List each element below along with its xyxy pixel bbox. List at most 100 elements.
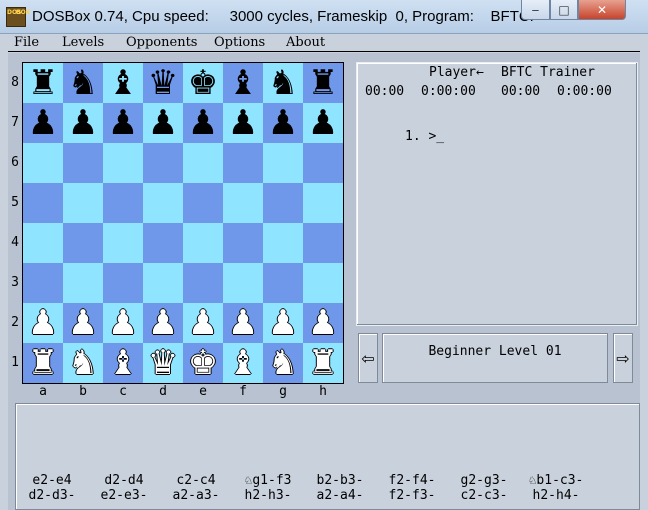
square-a4[interactable]: [23, 223, 63, 263]
white-pawn-icon[interactable]: ♟: [223, 303, 263, 343]
dosbox-app-icon[interactable]: DOS BOX: [6, 7, 31, 27]
white-pawn-icon[interactable]: ♟: [183, 303, 223, 343]
square-e6[interactable]: [183, 143, 223, 183]
square-a5[interactable]: [23, 183, 63, 223]
menu-options[interactable]: Options: [214, 35, 265, 50]
candidate-move[interactable]: g2-g3-: [449, 473, 519, 488]
black-rook-icon[interactable]: ♜: [23, 63, 63, 103]
square-h4[interactable]: [303, 223, 343, 263]
black-king-icon[interactable]: ♚: [183, 63, 223, 103]
square-c4[interactable]: [103, 223, 143, 263]
menu-about[interactable]: About: [286, 35, 325, 50]
white-pawn-icon[interactable]: ♟: [63, 303, 103, 343]
square-b5[interactable]: [63, 183, 103, 223]
icon-text-bottom: BOX: [16, 9, 31, 16]
square-c6[interactable]: [103, 143, 143, 183]
square-g6[interactable]: [263, 143, 303, 183]
menu-levels[interactable]: Levels: [62, 35, 104, 50]
rank-label: 6: [11, 155, 19, 170]
white-pawn-icon[interactable]: ♟: [263, 303, 303, 343]
close-button[interactable]: ✕: [578, 0, 626, 20]
candidate-move[interactable]: h2-h4-: [521, 488, 591, 503]
previous-level-button[interactable]: ⇦: [358, 333, 378, 383]
square-d6[interactable]: [143, 143, 183, 183]
white-pawn-icon[interactable]: ♟: [103, 303, 143, 343]
square-h5[interactable]: [303, 183, 343, 223]
black-pawn-icon[interactable]: ♟: [63, 103, 103, 143]
white-rook-icon[interactable]: ♜: [23, 343, 63, 383]
candidate-move[interactable]: b2-b3-: [305, 473, 375, 488]
black-pawn-icon[interactable]: ♟: [223, 103, 263, 143]
square-f4[interactable]: [223, 223, 263, 263]
square-a6[interactable]: [23, 143, 63, 183]
move-entry-prompt[interactable]: 1. >_: [405, 129, 444, 144]
square-f5[interactable]: [223, 183, 263, 223]
candidate-move[interactable]: ♘b1-c3-: [521, 473, 591, 488]
square-b3[interactable]: [63, 263, 103, 303]
white-knight-icon[interactable]: ♞: [63, 343, 103, 383]
window-title-bar[interactable]: DOS BOX DOSBox 0.74, Cpu speed: 3000 cyc…: [0, 0, 648, 34]
black-pawn-icon[interactable]: ♟: [183, 103, 223, 143]
white-queen-icon[interactable]: ♛: [143, 343, 183, 383]
white-pawn-icon[interactable]: ♟: [23, 303, 63, 343]
square-d3[interactable]: [143, 263, 183, 303]
black-pawn-icon[interactable]: ♟: [23, 103, 63, 143]
white-rook-icon[interactable]: ♜: [303, 343, 343, 383]
black-pawn-icon[interactable]: ♟: [103, 103, 143, 143]
candidate-move[interactable]: a2-a3-: [161, 488, 231, 503]
black-knight-icon[interactable]: ♞: [263, 63, 303, 103]
black-queen-icon[interactable]: ♛: [143, 63, 183, 103]
candidate-move[interactable]: d2-d3-: [17, 488, 87, 503]
candidate-move[interactable]: ♘g1-f3: [233, 473, 303, 488]
white-bishop-icon[interactable]: ♝: [103, 343, 143, 383]
white-pawn-icon[interactable]: ♟: [303, 303, 343, 343]
opponent-move-clock: 00:00: [501, 84, 541, 99]
white-bishop-icon[interactable]: ♝: [223, 343, 263, 383]
candidate-move[interactable]: d2-d4: [89, 473, 159, 488]
square-d5[interactable]: [143, 183, 183, 223]
black-bishop-icon[interactable]: ♝: [223, 63, 263, 103]
black-pawn-icon[interactable]: ♟: [303, 103, 343, 143]
candidate-move[interactable]: h2-h3-: [233, 488, 303, 503]
candidate-move[interactable]: e2-e4: [17, 473, 87, 488]
minimize-button[interactable]: ‒: [521, 0, 550, 20]
square-e5[interactable]: [183, 183, 223, 223]
black-knight-icon[interactable]: ♞: [63, 63, 103, 103]
square-b6[interactable]: [63, 143, 103, 183]
candidate-move[interactable]: c2-c3-: [449, 488, 519, 503]
square-e4[interactable]: [183, 223, 223, 263]
square-g3[interactable]: [263, 263, 303, 303]
square-h3[interactable]: [303, 263, 343, 303]
white-knight-icon[interactable]: ♞: [263, 343, 303, 383]
square-g4[interactable]: [263, 223, 303, 263]
candidate-move[interactable]: f2-f3-: [377, 488, 447, 503]
candidate-move[interactable]: f2-f4-: [377, 473, 447, 488]
square-d4[interactable]: [143, 223, 183, 263]
square-h6[interactable]: [303, 143, 343, 183]
black-pawn-icon[interactable]: ♟: [143, 103, 183, 143]
square-a3[interactable]: [23, 263, 63, 303]
square-f6[interactable]: [223, 143, 263, 183]
white-king-icon[interactable]: ♚: [183, 343, 223, 383]
candidate-move[interactable]: e2-e3-: [89, 488, 159, 503]
next-level-button[interactable]: ⇨: [613, 333, 633, 383]
square-f3[interactable]: [223, 263, 263, 303]
black-bishop-icon[interactable]: ♝: [103, 63, 143, 103]
menu-opponents[interactable]: Opponents: [126, 35, 197, 50]
file-label: h: [319, 384, 327, 399]
chess-board[interactable]: ♜ ♞ ♝ ♛ ♚ ♝ ♞ ♜ ♟ ♟ ♟ ♟ ♟ ♟ ♟ ♟ ♟ ♟ ♟ ♟ ♟ ♟ ♟ ♟ ♜ ♞ ♝ ♛ ♚ ♝ ♞ ♜: [22, 62, 344, 384]
black-rook-icon[interactable]: ♜: [303, 63, 343, 103]
menu-file[interactable]: File: [14, 35, 39, 50]
maximize-button[interactable]: □: [550, 0, 578, 20]
opponent-label: BFTC Trainer: [501, 65, 595, 80]
square-c5[interactable]: [103, 183, 143, 223]
square-c3[interactable]: [103, 263, 143, 303]
square-e3[interactable]: [183, 263, 223, 303]
candidate-move[interactable]: c2-c4: [161, 473, 231, 488]
white-pawn-icon[interactable]: ♟: [143, 303, 183, 343]
candidate-move[interactable]: a2-a4-: [305, 488, 375, 503]
black-pawn-icon[interactable]: ♟: [263, 103, 303, 143]
square-b4[interactable]: [63, 223, 103, 263]
square-g5[interactable]: [263, 183, 303, 223]
rank-label: 8: [11, 75, 19, 90]
